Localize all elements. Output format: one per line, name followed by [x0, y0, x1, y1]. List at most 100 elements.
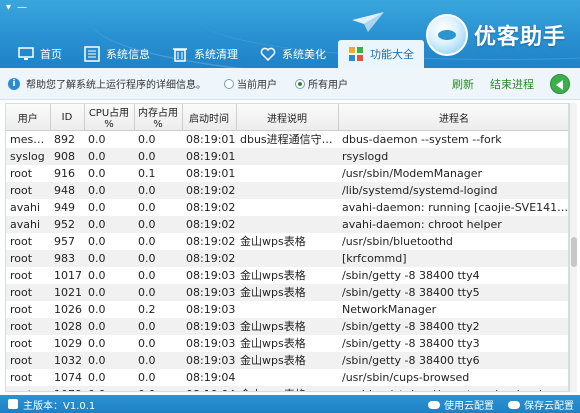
tab-home[interactable]: 首页: [8, 40, 72, 68]
table-row[interactable]: root 1074 0.0 0.0 08:19:04/usr/sbin/cups-bro…: [6, 368, 568, 386]
column-header[interactable]: 启动时间: [182, 104, 237, 131]
table-cell: 0.0: [134, 232, 182, 250]
table-row[interactable]: root 1026 0.0 0.2 08:19:03 NetworkManager: [6, 300, 568, 318]
column-header[interactable]: 进程名: [338, 104, 568, 131]
table-cell: [236, 198, 338, 216]
table-cell: 0.0: [134, 249, 182, 267]
table-cell: 08:19:02: [182, 249, 236, 267]
table-row[interactable]: root 983 0.0 0.0 08:19:02 [krfcommd]: [6, 249, 568, 267]
table-cell: 0.0: [134, 266, 182, 284]
table-row[interactable]: root 957 0.0 0.0 08:19:02 金山wps表格/usr/sbin/bl…: [6, 232, 568, 250]
table-cell: [236, 181, 338, 199]
table-cell: 983: [50, 249, 84, 267]
table-row[interactable]: avahi 952 0.0 0.0 08:19:02 avahi-daemon: chro…: [6, 215, 568, 233]
table-cell: [236, 249, 338, 267]
save-cloud-config-button[interactable]: 保存云配置: [508, 397, 574, 412]
column-header[interactable]: 用户: [6, 104, 51, 131]
table-row[interactable]: avahi 949 0.0 0.0 08:19:02 avahi-daemon: runn…: [6, 198, 568, 216]
table-cell: 0.0: [134, 215, 182, 233]
radio-button[interactable]: [295, 78, 305, 89]
window-controls: ▾ —: [6, 2, 27, 13]
table-cell: syslog: [6, 147, 50, 165]
table-cell: 908: [50, 147, 84, 165]
table-row[interactable]: root 1032 0.0 0.0 08:19:03 金山wps表格/sbin/getty…: [6, 351, 568, 369]
table-cell: 957: [50, 232, 84, 250]
table-row[interactable]: root 1017 0.0 0.0 08:19:03 金山wps表格/sbin/getty…: [6, 266, 568, 284]
table-cell: avahi: [6, 198, 50, 216]
table-cell: 08:19:01: [182, 147, 236, 165]
table-row[interactable]: root 1028 0.0 0.0 08:19:03 金山wps表格/sbin/getty…: [6, 317, 568, 335]
table-cell: dbus-daemon --system --fork: [338, 130, 568, 148]
table-cell: 08:19:03: [182, 300, 236, 318]
table-cell: mes…: [6, 130, 50, 148]
table-cell: [krfcommd]: [338, 249, 568, 267]
cloud-upload-icon: [508, 400, 520, 409]
tab-label: 系统清理: [194, 48, 238, 61]
table-cell: 08:19:02: [182, 198, 236, 216]
table-cell: root: [6, 385, 50, 391]
tab-system-info[interactable]: 系统信息: [74, 40, 160, 68]
table-cell: /sbin/getty -8 38400 tty3: [338, 334, 568, 352]
table-cell: 08:19:03: [182, 334, 236, 352]
save-cloud-label: 保存云配置: [524, 401, 574, 412]
table-cell: 金山wps表格: [236, 266, 338, 284]
tab-label: 功能大全: [370, 48, 414, 61]
minimize-button[interactable]: —: [17, 2, 27, 13]
column-header[interactable]: 内存占用 %: [134, 104, 183, 131]
table-cell: /sbin/getty -8 38400 tty5: [338, 283, 568, 301]
table-cell: /sbin/getty -8 38400 tty2: [338, 317, 568, 335]
table-row[interactable]: syslog 908 0.0 0.0 08:19:01 rsyslogd: [6, 147, 568, 165]
table-row[interactable]: root 948 0.0 0.0 08:19:02/lib/systemd/system…: [6, 181, 568, 199]
table-cell: 1017: [50, 266, 84, 284]
table-cell: 0.0: [84, 232, 134, 250]
end-process-button[interactable]: 结束进程: [490, 76, 534, 92]
tab-all-functions[interactable]: 功能大全: [338, 40, 424, 68]
table-cell: 0.0: [84, 368, 134, 386]
window-menu-button[interactable]: ▾: [6, 2, 11, 13]
table-row[interactable]: root 916 0.0 0.1 08:19:01/usr/sbin/ModemMana…: [6, 164, 568, 182]
table-row[interactable]: root10790.00.008:19:04金山wps表格acpid -c /e…: [6, 385, 568, 391]
table-row[interactable]: root 1021 0.0 0.0 08:19:03 金山wps表格/sbin/getty…: [6, 283, 568, 301]
tab-system-clean[interactable]: 系统清理: [162, 40, 248, 68]
radio-button[interactable]: [224, 78, 234, 89]
back-arrow-icon[interactable]: [550, 74, 570, 94]
table-row[interactable]: mes… 892 0.0 0.0 08:19:01 dbus进程通信守护… dbus-dae…: [6, 130, 568, 148]
table-cell: 0.0: [84, 283, 134, 301]
info-bar: i 帮助您了解系统上运行程序的详细信息。 当前用户 所有用户 刷新 结束进程: [0, 68, 580, 100]
refresh-button[interactable]: 刷新: [452, 76, 474, 92]
table-cell: 0.0: [134, 351, 182, 369]
table-cell: 08:19:02: [182, 181, 236, 199]
table-cell: 949: [50, 198, 84, 216]
table-cell: 0.0: [84, 300, 134, 318]
table-cell: 金山wps表格: [236, 317, 338, 335]
scrollbar-thumb[interactable]: [571, 237, 577, 267]
table-cell: /sbin/getty -8 38400 tty4: [338, 266, 568, 284]
table-cell: root: [6, 232, 50, 250]
table-cell: 948: [50, 181, 84, 199]
column-header[interactable]: CPU占用 %: [84, 104, 135, 131]
column-header[interactable]: 进程说明: [236, 104, 339, 131]
table-cell: avahi-daemon: chroot helper: [338, 215, 568, 233]
table-row[interactable]: root 1029 0.0 0.0 08:19:03 金山wps表格/sbin/getty…: [6, 334, 568, 352]
tab-system-beautify[interactable]: 系统美化: [250, 40, 336, 68]
table-cell: 08:19:03: [182, 283, 236, 301]
table-cell: 金山wps表格: [236, 334, 338, 352]
radio-all-users[interactable]: 所有用户: [295, 76, 348, 91]
table-cell: 08:19:02: [182, 215, 236, 233]
brand-mascot-icon: [426, 14, 468, 56]
radio-current-user[interactable]: 当前用户: [224, 76, 277, 91]
vertical-scrollbar[interactable]: [569, 103, 577, 392]
use-cloud-config-button[interactable]: 使用云配置: [428, 397, 494, 412]
table-cell: 0.0: [134, 198, 182, 216]
table-cell: /usr/sbin/bluetoothd: [338, 232, 568, 250]
info-message: 帮助您了解系统上运行程序的详细信息。: [26, 80, 206, 91]
table-cell: 08:19:03: [182, 317, 236, 335]
cloud-actions: 使用云配置 保存云配置: [428, 397, 574, 412]
table-cell: 金山wps表格: [236, 283, 338, 301]
table-cell: 0.0: [84, 385, 134, 391]
table-cell: root: [6, 334, 50, 352]
monitor-icon: [18, 47, 34, 60]
column-header[interactable]: ID: [50, 104, 85, 131]
version-label: 主版本：V1.0.1: [23, 400, 96, 412]
table-cell: 0.0: [84, 266, 134, 284]
